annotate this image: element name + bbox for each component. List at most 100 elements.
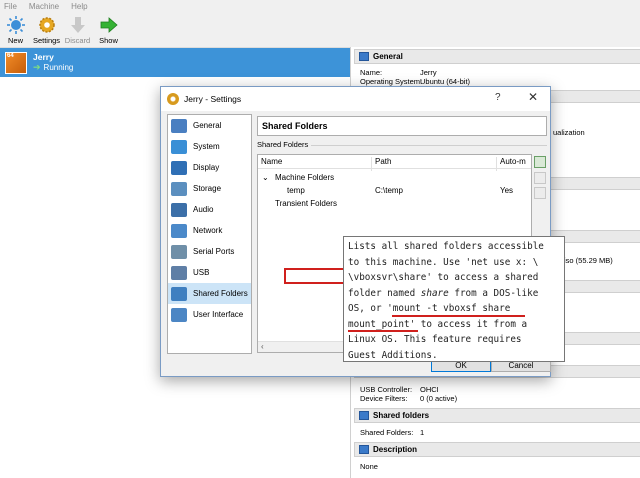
nav-label: Display [193, 163, 220, 172]
show-arrow-icon [100, 17, 118, 33]
tooltip-line: Guest Additions. [348, 349, 438, 361]
nav-item-audio[interactable]: Audio [168, 199, 251, 220]
column-auto-header[interactable]: Auto-m [500, 157, 526, 166]
general-os-row: Operating System:Ubuntu (64-bit) [360, 77, 470, 86]
new-button[interactable]: New [0, 13, 31, 47]
usb-controller-label: USB Controller: [360, 385, 413, 394]
vm-state-label: Running [43, 63, 74, 72]
table-header: Name Path Auto-m [258, 155, 531, 171]
scroll-left-icon[interactable]: ‹ [261, 342, 264, 351]
shared-folders-section-icon [359, 411, 369, 420]
nav-label: Shared Folders [193, 289, 248, 298]
general-section-header[interactable]: General [354, 49, 640, 64]
remove-folder-icon[interactable] [534, 187, 546, 199]
general-name-row: Name: Jerry [360, 68, 437, 77]
description-value: None [360, 462, 378, 471]
menu-machine[interactable]: Machine [29, 2, 59, 11]
description-section-header[interactable]: Description [354, 442, 640, 457]
vm-name: Jerry [33, 52, 54, 62]
nav-label: USB [193, 268, 210, 277]
new-button-label: New [7, 36, 23, 45]
network-icon [171, 223, 187, 238]
menu-file[interactable]: File [4, 2, 17, 11]
dialog-gear-icon [167, 93, 179, 105]
show-button-label: Show [99, 36, 118, 45]
serial-ports-icon [171, 244, 187, 259]
nav-label: System [193, 142, 220, 151]
running-arrow-icon: ➔ [33, 62, 41, 72]
shared-folders-group-label: Shared Folders [257, 140, 309, 149]
disk-size-partial-text: iso (55.29 MB) [564, 256, 613, 265]
discard-arrow-icon [70, 17, 85, 33]
display-icon [171, 160, 187, 175]
machine-folders-group-row[interactable]: ⌄ Machine Folders [258, 172, 531, 184]
tooltip-line: \vboxsvr\share' to access a shared [348, 272, 539, 283]
edit-folder-icon[interactable] [534, 172, 546, 184]
usb-filters-row: Device Filters: 0 (0 active) [360, 394, 457, 403]
virtualization-partial-text: ualization [553, 128, 585, 137]
transient-folders-label: Transient Folders [275, 199, 337, 208]
shared-folders-icon [171, 286, 187, 301]
shared-folders-count-row: Shared Folders: 1 [360, 428, 424, 437]
tooltip-text: folder named [348, 287, 421, 299]
nav-item-serial-ports[interactable]: Serial Ports [168, 241, 251, 262]
os-value: Ubuntu (64-bit) [420, 77, 471, 86]
description-section-title: Description [373, 445, 418, 454]
nav-item-usb[interactable]: USB [168, 262, 251, 283]
toolbar: New Settings Discard Show [0, 13, 640, 47]
column-name-header[interactable]: Name [261, 157, 282, 166]
nav-item-storage[interactable]: Storage [168, 178, 251, 199]
nav-label: Audio [193, 205, 214, 214]
audio-icon [171, 202, 187, 217]
general-icon [171, 118, 187, 133]
nav-item-network[interactable]: Network [168, 220, 251, 241]
folder-auto-mount: Yes [500, 186, 514, 195]
collapse-chevron-icon[interactable]: ⌄ [262, 173, 269, 182]
nav-item-general[interactable]: General [168, 115, 251, 136]
nav-item-display[interactable]: Display [168, 157, 251, 178]
general-section-title: General [373, 52, 403, 61]
settings-nav: General System Display Storage Audio Net… [167, 114, 252, 354]
tooltip-text: from a DOS-like [448, 287, 539, 299]
nav-item-shared-folders[interactable]: Shared Folders [168, 283, 251, 304]
menu-help[interactable]: Help [71, 2, 87, 11]
shared-folders-section-title: Shared folders [373, 411, 430, 420]
description-section-icon [359, 445, 369, 454]
usb-controller-row: USB Controller: OHCI [360, 385, 439, 394]
usb-filters-label: Device Filters: [360, 394, 408, 403]
dialog-titlebar[interactable]: Jerry - Settings [161, 87, 550, 111]
shared-folders-section-header[interactable]: Shared folders [354, 408, 640, 423]
column-separator [496, 157, 497, 171]
general-section-icon [359, 52, 369, 61]
settings-button[interactable]: Settings [31, 13, 62, 47]
folder-path: C:\temp [375, 186, 404, 195]
add-folder-icon[interactable] [534, 156, 546, 168]
nav-label: General [193, 121, 222, 130]
name-value: Jerry [420, 68, 437, 77]
show-button[interactable]: Show [93, 13, 124, 47]
discard-button[interactable]: Discard [62, 13, 93, 47]
menubar: File Machine Help [0, 0, 640, 13]
usb-icon [171, 265, 187, 280]
page-title: Shared Folders [257, 116, 547, 136]
close-button[interactable]: ✕ [528, 90, 538, 104]
transient-folders-group-row[interactable]: Transient Folders [258, 198, 531, 210]
nav-label: Serial Ports [193, 247, 235, 256]
column-path-header[interactable]: Path [375, 157, 391, 166]
vm-item-jerry[interactable]: Jerry ➔ Running [0, 48, 350, 77]
tooltip-emphasis: share [420, 287, 449, 299]
usb-controller-value: OHCI [420, 385, 439, 394]
tooltip-line: folder named share from a DOS-like [348, 286, 564, 302]
help-button[interactable]: ? [495, 92, 501, 103]
nav-item-user-interface[interactable]: User Interface [168, 304, 251, 325]
shared-folders-count-value: 1 [420, 428, 425, 437]
os-label: Operating System: [360, 77, 423, 86]
settings-button-label: Settings [32, 36, 61, 45]
nav-label: Storage [193, 184, 222, 193]
usb-filters-value: 0 (0 active) [420, 394, 458, 403]
name-label: Name: [360, 68, 383, 77]
table-row[interactable]: temp C:\temp Yes [258, 185, 531, 197]
folder-name: temp [287, 186, 305, 195]
dialog-title: Jerry - Settings [184, 94, 242, 104]
nav-item-system[interactable]: System [168, 136, 251, 157]
